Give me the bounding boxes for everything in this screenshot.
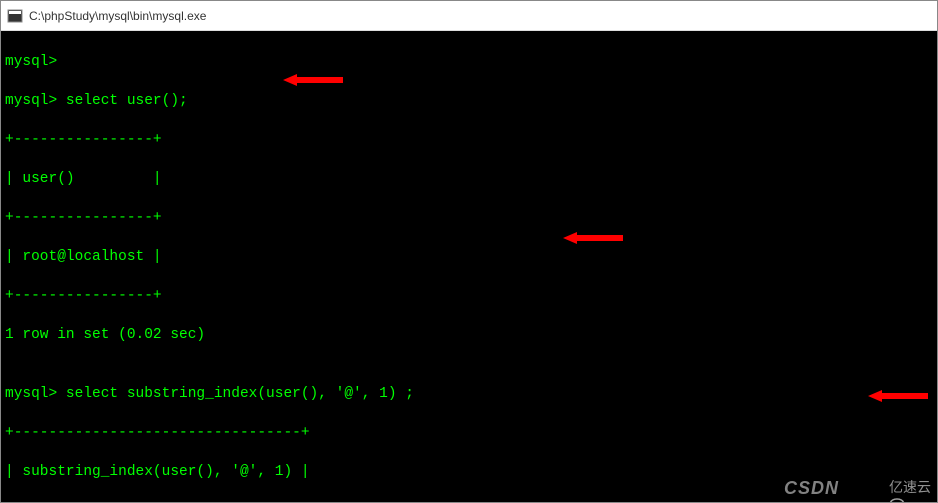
console-window: C:\phpStudy\mysql\bin\mysql.exe mysql> m… (0, 0, 938, 503)
app-icon (7, 8, 23, 24)
query-line: mysql> select user(); (5, 92, 933, 112)
timing-line: 1 row in set (0.02 sec) (5, 326, 933, 346)
table-header: | user() | (5, 170, 933, 190)
query-line: mysql> select substring_index(user(), '@… (5, 385, 933, 405)
table-border: +----------------+ (5, 131, 933, 151)
titlebar[interactable]: C:\phpStudy\mysql\bin\mysql.exe (1, 1, 937, 31)
annotation-arrow-icon (816, 369, 876, 383)
watermark: CSDN 亿速云 (784, 476, 931, 500)
window-title: C:\phpStudy\mysql\bin\mysql.exe (29, 9, 206, 23)
prompt-line: mysql> (5, 53, 933, 73)
terminal-output[interactable]: mysql> mysql> select user(); +----------… (1, 31, 937, 502)
table-border: +----------------+ (5, 287, 933, 307)
table-row: | root@localhost | (5, 248, 933, 268)
cloud-icon (853, 478, 883, 498)
watermark-brand: 亿速云 (889, 478, 931, 497)
table-border: +---------------------------------+ (5, 424, 933, 444)
watermark-csdn: CSDN (784, 476, 839, 500)
table-border: +----------------+ (5, 209, 933, 229)
